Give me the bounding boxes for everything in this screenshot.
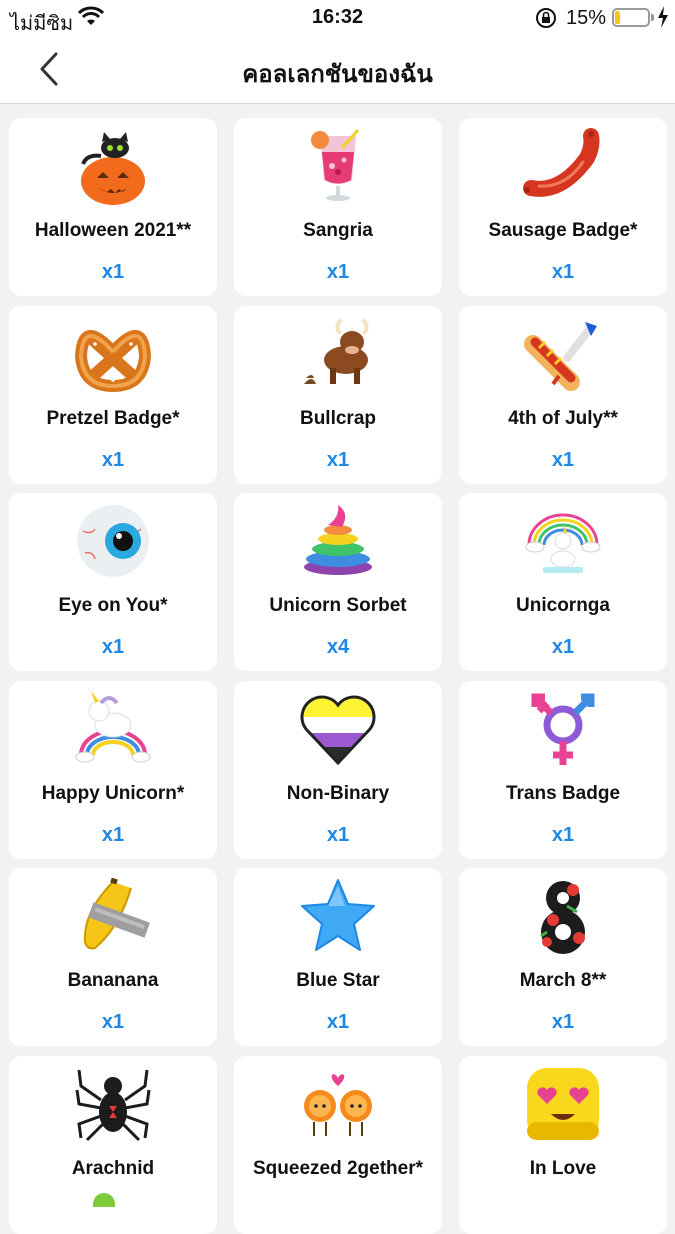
- collection-item-card[interactable]: Sangria x1: [234, 118, 442, 296]
- collection-item-card[interactable]: Bullcrap x1: [234, 305, 442, 484]
- collection-item-card[interactable]: Blue Star x1: [234, 868, 442, 1046]
- collection-item-name: Halloween 2021**: [34, 220, 192, 241]
- collection-item-count: x1: [551, 1011, 575, 1033]
- collection-item-count: x1: [326, 448, 350, 471]
- spider-icon: [73, 1064, 153, 1144]
- collection-item-name: Unicornga: [516, 595, 610, 616]
- collection-item-count: x1: [101, 1011, 125, 1033]
- collection-item-card[interactable]: Non-Binary x1: [234, 680, 442, 859]
- status-bar: ไม่มีซิม 16:32 15%: [0, 0, 675, 36]
- collection-item-card[interactable]: 4th of July** x1: [459, 305, 667, 484]
- yoga-unicorn-icon: [523, 501, 603, 581]
- rotation-lock-icon: [534, 6, 558, 36]
- happy-unicorn-icon: [73, 689, 153, 769]
- march-eight-icon: [523, 876, 603, 956]
- collection-item-count: x1: [551, 448, 575, 471]
- collection-item-count: x1: [551, 636, 575, 658]
- collection-item-name: Unicorn Sorbet: [269, 595, 407, 616]
- collection-item-name: Bullcrap: [299, 407, 377, 429]
- collection-item-card[interactable]: Halloween 2021** x1: [9, 118, 217, 296]
- collection-item-count: x1: [551, 823, 575, 846]
- collection-item-card[interactable]: Eye on You* x1: [9, 493, 217, 671]
- collection-item-name: Sangria: [303, 220, 373, 241]
- collection-item-card[interactable]: Pretzel Badge* x1: [9, 305, 217, 484]
- bull-icon: [298, 314, 378, 394]
- collection-item-count: x1: [326, 1011, 350, 1033]
- collection-item-card[interactable]: March 8** x1: [459, 868, 667, 1046]
- collection-item-count: x1: [326, 261, 350, 283]
- pumpkin-cat-icon: [73, 126, 153, 206]
- collection-item-count: x1: [101, 448, 125, 471]
- collection-item-name: Non-Binary: [286, 782, 390, 804]
- eyeball-icon: [73, 501, 153, 581]
- collection-item-name: Blue Star: [296, 970, 380, 991]
- collection-item-name: Eye on You*: [58, 595, 168, 616]
- charging-bolt-icon: [657, 6, 669, 33]
- collection-item-name: Squeezed 2gether*: [253, 1157, 423, 1179]
- page-title: คอลเลกชันของฉัน: [242, 61, 433, 88]
- pretzel-icon: [73, 314, 153, 394]
- rainbow-poop-icon: [298, 501, 378, 581]
- collection-item-name: Banana­na: [67, 970, 159, 991]
- collection-item-name: Arachnid: [71, 1157, 155, 1179]
- collection-item-card[interactable]: Squeezed 2gether*: [234, 1055, 442, 1234]
- orange-couple-icon: [298, 1064, 378, 1144]
- collection-item-count: x4: [326, 636, 350, 658]
- collection-item-count: x1: [101, 823, 125, 846]
- collection-item-card[interactable]: Sausage Badge* x1: [459, 118, 667, 296]
- collection-item-name: Happy Unicorn*: [41, 782, 185, 804]
- collection-item-name: Sausage Badge*: [488, 220, 638, 241]
- sausage-icon: [523, 126, 603, 206]
- taped-banana-icon: [73, 876, 153, 956]
- collection-item-card[interactable]: Banana­na x1: [9, 868, 217, 1046]
- battery-icon: [612, 8, 650, 27]
- collection-item-count: x1: [101, 636, 125, 658]
- collection-item-name: 4th of July**: [508, 407, 618, 429]
- nonbinary-heart-icon: [298, 689, 378, 769]
- collection-item-name: Trans Badge: [505, 782, 621, 804]
- collection-item-card[interactable]: In Love: [459, 1055, 667, 1234]
- collection-item-name: Pretzel Badge*: [46, 407, 180, 429]
- collection-item-name: March 8**: [519, 970, 607, 991]
- nav-bar: คอลเลกชันของฉัน: [0, 36, 675, 104]
- collection-item-count: x1: [101, 261, 125, 283]
- battery-nub: [651, 14, 654, 21]
- collection-item-card[interactable]: Trans Badge x1: [459, 680, 667, 859]
- heart-eyes-icon: [523, 1064, 603, 1144]
- battery-percent: 15%: [566, 7, 607, 29]
- collection-item-name: In Love: [529, 1157, 597, 1179]
- trans-symbol-icon: [523, 689, 603, 769]
- collection-item-count: x1: [326, 823, 350, 846]
- collection-item-card[interactable]: Unicorn Sorbet x4: [234, 493, 442, 671]
- blue-star-icon: [298, 876, 378, 956]
- hotdog-rocket-icon: [523, 314, 603, 394]
- collection-item-card[interactable]: Happy Unicorn* x1: [9, 680, 217, 859]
- sangria-glass-icon: [298, 126, 378, 206]
- collection-item-card[interactable]: Unicornga x1: [459, 493, 667, 671]
- collection-item-count: x1: [551, 261, 575, 283]
